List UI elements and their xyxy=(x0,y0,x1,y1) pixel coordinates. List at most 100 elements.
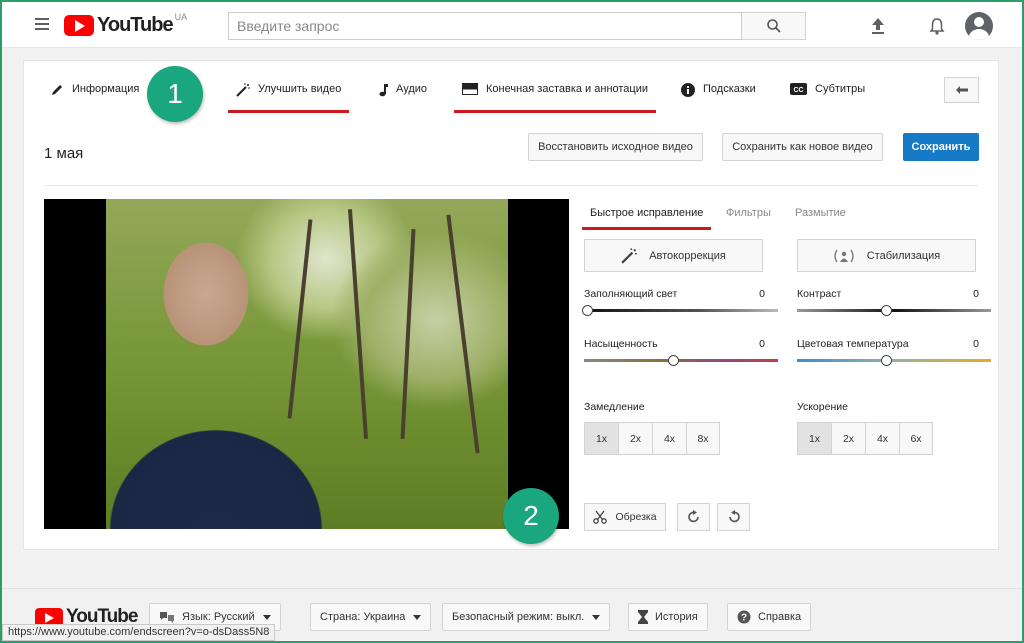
safety-mode-button[interactable]: Безопасный режим: выкл. xyxy=(442,603,611,631)
saturation-label: Насыщенность xyxy=(584,338,658,350)
back-arrow-icon xyxy=(955,86,968,94)
color-temp-slider[interactable] xyxy=(797,359,991,362)
tab-label: Улучшить видео xyxy=(258,83,342,95)
status-bar-url: https://www.youtube.com/endscreen?v=o-ds… xyxy=(2,624,276,641)
notifications-button[interactable] xyxy=(927,16,947,36)
rotate-right-icon xyxy=(687,510,699,523)
tab-label: Подсказки xyxy=(703,83,756,95)
search-icon xyxy=(766,19,781,33)
color-temp-value: 0 xyxy=(973,338,979,350)
color-temp-handle[interactable] xyxy=(881,355,892,366)
back-button[interactable] xyxy=(944,77,979,103)
info-icon xyxy=(681,83,695,97)
hourglass-icon xyxy=(638,610,648,624)
caret-down-icon xyxy=(592,614,601,620)
slow-motion-label: Замедление xyxy=(584,401,645,413)
save-button[interactable]: Сохранить xyxy=(903,133,979,161)
svg-text:?: ? xyxy=(741,613,747,624)
saturation-slider[interactable] xyxy=(584,359,778,362)
tab-label: Конечная заставка и аннотации xyxy=(486,83,649,95)
fill-light-label: Заполняющий свет xyxy=(584,288,678,300)
timelapse-label: Ускорение xyxy=(797,401,848,413)
stabilize-icon xyxy=(833,248,855,264)
youtube-logo[interactable]: YouTube UA xyxy=(64,12,188,36)
callout-badge-1: 1 xyxy=(147,66,203,122)
autofix-label: Автокоррекция xyxy=(649,249,726,262)
upload-icon xyxy=(872,18,884,34)
color-temp-label: Цветовая температура xyxy=(797,338,909,350)
help-button[interactable]: ? Справка xyxy=(727,603,812,631)
bell-icon xyxy=(929,18,945,35)
timelapse-2x[interactable]: 2x xyxy=(831,422,865,455)
tab-subtitles[interactable]: CC Субтитры xyxy=(790,83,865,113)
contrast-label: Контраст xyxy=(797,288,842,300)
logo-text: YouTube xyxy=(97,13,174,36)
autofix-button[interactable]: Автокоррекция xyxy=(584,239,763,272)
help-label: Справка xyxy=(758,611,802,623)
fill-light-handle[interactable] xyxy=(582,305,593,316)
search-button[interactable] xyxy=(742,12,806,40)
editor-card: Информация Улучшить видео Аудио Конечная… xyxy=(23,60,999,550)
avatar[interactable] xyxy=(965,12,993,40)
timelapse-6x[interactable]: 6x xyxy=(899,422,933,455)
caret-down-icon xyxy=(413,614,422,620)
contrast-value: 0 xyxy=(973,288,979,300)
tab-end-screen[interactable]: Конечная заставка и аннотации xyxy=(453,83,657,113)
save-as-new-button[interactable]: Сохранить как новое видео xyxy=(722,133,883,161)
timelapse-1x[interactable]: 1x xyxy=(797,422,831,455)
tab-info[interactable]: Информация xyxy=(51,83,139,113)
search-input[interactable]: Введите запрос xyxy=(228,12,742,40)
timelapse-options: 1x 2x 4x 6x xyxy=(797,422,933,455)
video-preview[interactable] xyxy=(44,199,569,529)
svg-text:CC: CC xyxy=(793,87,803,94)
trim-label: Обрезка xyxy=(615,511,657,523)
magic-wand-icon xyxy=(236,83,250,97)
language-label: Язык: Русский xyxy=(182,611,255,623)
slow-motion-4x[interactable]: 4x xyxy=(652,422,686,455)
rotate-left-icon xyxy=(728,510,740,523)
subtab-quick-fix[interactable]: Быстрое исправление xyxy=(581,207,712,230)
video-frame xyxy=(106,199,508,529)
rotate-right-button[interactable] xyxy=(677,503,710,531)
country-code: UA xyxy=(174,12,188,22)
fill-light-slider[interactable] xyxy=(584,309,778,312)
trim-button[interactable]: Обрезка xyxy=(584,503,666,531)
tab-cards[interactable]: Подсказки xyxy=(681,83,756,113)
caret-down-icon xyxy=(262,614,271,620)
revert-button[interactable]: Восстановить исходное видео xyxy=(528,133,703,161)
music-note-icon xyxy=(378,83,388,97)
tab-label: Субтитры xyxy=(815,83,866,95)
history-button[interactable]: История xyxy=(628,603,708,631)
stabilize-label: Стабилизация xyxy=(866,249,941,262)
pencil-icon xyxy=(51,83,64,96)
scissors-icon xyxy=(593,510,608,524)
subtab-blur[interactable]: Размытие xyxy=(795,207,846,219)
language-icon xyxy=(159,611,175,623)
magic-wand-icon xyxy=(621,247,637,264)
saturation-handle[interactable] xyxy=(668,355,679,366)
country-button[interactable]: Страна: Украина xyxy=(310,603,432,631)
upload-button[interactable] xyxy=(868,16,888,36)
callout-badge-2: 2 xyxy=(503,488,559,544)
tab-enhancements[interactable]: Улучшить видео xyxy=(227,83,350,113)
saturation-value: 0 xyxy=(759,338,765,350)
tab-audio[interactable]: Аудио xyxy=(378,83,427,113)
slow-motion-8x[interactable]: 8x xyxy=(686,422,720,455)
tab-label: Информация xyxy=(72,83,140,95)
safety-mode-label: Безопасный режим: выкл. xyxy=(452,611,585,623)
contrast-slider[interactable] xyxy=(797,309,991,312)
end-screen-icon xyxy=(462,83,478,95)
slow-motion-options: 1x 2x 4x 8x xyxy=(584,422,720,455)
menu-icon[interactable] xyxy=(35,18,49,30)
timelapse-4x[interactable]: 4x xyxy=(865,422,899,455)
stabilize-button[interactable]: Стабилизация xyxy=(797,239,976,272)
youtube-play-icon xyxy=(64,14,94,36)
country-label: Страна: Украина xyxy=(320,611,406,623)
contrast-handle[interactable] xyxy=(881,305,892,316)
slow-motion-1x[interactable]: 1x xyxy=(584,422,618,455)
help-icon: ? xyxy=(737,610,751,624)
tab-label: Аудио xyxy=(396,83,428,95)
rotate-left-button[interactable] xyxy=(717,503,750,531)
subtab-filters[interactable]: Фильтры xyxy=(726,207,771,219)
slow-motion-2x[interactable]: 2x xyxy=(618,422,652,455)
